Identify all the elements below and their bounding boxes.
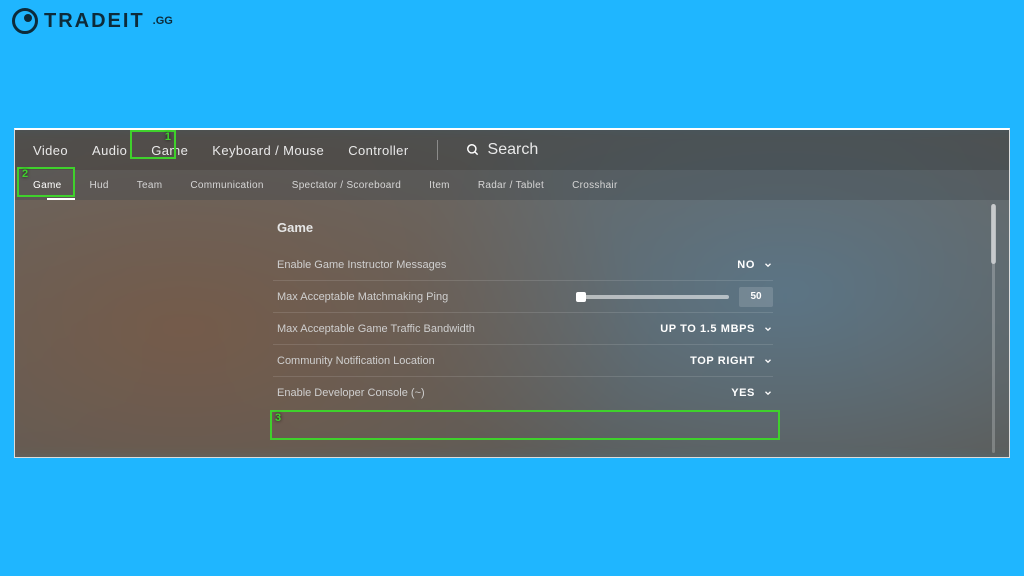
subtab-hud[interactable]: Hud [89,180,108,191]
search-icon [466,143,480,157]
settings-window: Video Audio Game Keyboard / Mouse Contro… [14,128,1010,458]
content-scrollbar[interactable] [992,204,995,453]
subtab-crosshair[interactable]: Crosshair [572,180,618,191]
label-game-instructor: Enable Game Instructor Messages [273,259,446,271]
settings-search[interactable]: Search [466,141,539,159]
value-game-instructor: NO [737,259,755,271]
select-notification-location[interactable]: TOP RIGHT [690,355,773,367]
subtab-communication[interactable]: Communication [190,180,263,191]
subtab-team[interactable]: Team [137,180,163,191]
subtab-item[interactable]: Item [429,180,450,191]
scrollbar-thumb[interactable] [991,204,996,264]
chevron-down-icon [763,388,773,398]
value-traffic-bandwidth: UP TO 1.5 MBPS [660,323,755,335]
select-developer-console[interactable]: YES [719,387,773,399]
brand-logo-icon [12,8,38,34]
chevron-down-icon [763,260,773,270]
brand-suffix: .GG [153,15,173,27]
value-developer-console: YES [731,387,755,399]
select-game-instructor[interactable]: NO [719,259,773,271]
settings-content: Game Enable Game Instructor Messages NO … [15,200,1009,457]
label-matchmaking-ping: Max Acceptable Matchmaking Ping [273,291,448,303]
subtab-spectator-scoreboard[interactable]: Spectator / Scoreboard [292,180,401,191]
select-traffic-bandwidth[interactable]: UP TO 1.5 MBPS [660,323,773,335]
value-matchmaking-ping[interactable]: 50 [739,287,773,307]
row-notification-location: Community Notification Location TOP RIGH… [273,345,773,377]
tab-game[interactable]: Game [151,143,188,158]
row-game-instructor: Enable Game Instructor Messages NO [273,249,773,281]
slider-handle[interactable] [576,292,586,302]
subtab-radar-tablet[interactable]: Radar / Tablet [478,180,544,191]
label-traffic-bandwidth: Max Acceptable Game Traffic Bandwidth [273,323,475,335]
tab-audio[interactable]: Audio [92,143,127,158]
settings-sub-tabbar: Game Hud Team Communication Spectator / … [15,170,1009,200]
section-title-game: Game [277,220,1009,235]
label-developer-console: Enable Developer Console (~) [273,387,425,399]
tab-keyboard-mouse[interactable]: Keyboard / Mouse [212,143,324,158]
settings-top-tabbar: Video Audio Game Keyboard / Mouse Contro… [15,130,1009,170]
slider-matchmaking-ping[interactable] [581,295,729,299]
chevron-down-icon [763,324,773,334]
tab-divider [437,140,438,160]
subtab-game[interactable]: Game [33,180,61,191]
label-notification-location: Community Notification Location [273,355,435,367]
search-label: Search [488,141,539,159]
value-notification-location: TOP RIGHT [690,355,755,367]
brand-logo: TRADEIT .GG [12,8,173,34]
tab-video[interactable]: Video [33,143,68,158]
row-traffic-bandwidth: Max Acceptable Game Traffic Bandwidth UP… [273,313,773,345]
chevron-down-icon [763,356,773,366]
row-matchmaking-ping: Max Acceptable Matchmaking Ping 50 [273,281,773,313]
tab-controller[interactable]: Controller [348,143,408,158]
brand-name: TRADEIT [44,10,145,33]
row-developer-console: Enable Developer Console (~) YES [273,377,773,409]
